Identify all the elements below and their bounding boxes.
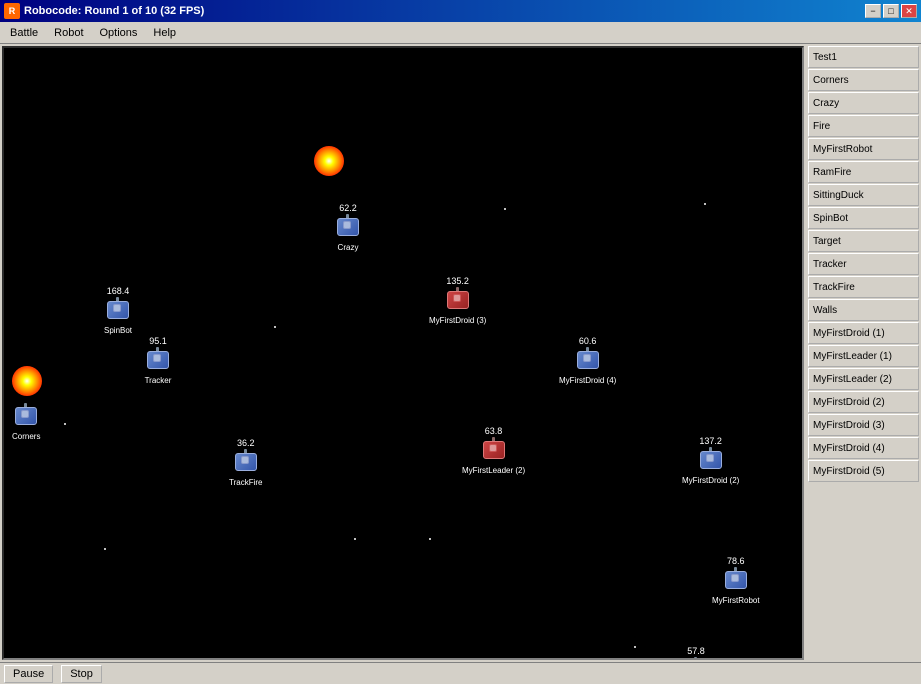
robot-mfd3: 135.2 MyFirstDroid (3) — [429, 276, 486, 325]
robot-body — [722, 567, 750, 595]
robot-name-label: MyFirstLeader (2) — [462, 466, 525, 475]
star-decoration — [634, 646, 636, 648]
robot-body — [232, 449, 260, 477]
robot-list-item[interactable]: SpinBot — [808, 207, 919, 229]
robot-score-label: 78.6 — [727, 556, 745, 566]
robot-body — [480, 437, 508, 465]
robot-body — [12, 403, 40, 431]
robot-list-item[interactable]: RamFire — [808, 161, 919, 183]
robot-list-item[interactable]: MyFirstRobot — [808, 138, 919, 160]
robot-list-item[interactable]: MyFirstDroid (1) — [808, 322, 919, 344]
pause-button[interactable]: Pause — [4, 665, 53, 683]
minimize-button[interactable]: − — [865, 4, 881, 18]
main-area: 62.2 Crazy 135.2 MyFirstDroid (3) 60.6 MyFirs… — [0, 44, 921, 662]
star-decoration — [429, 538, 431, 540]
star-decoration — [354, 538, 356, 540]
statusbar: Pause Stop — [0, 662, 921, 684]
robot-score-label: 95.1 — [149, 336, 167, 346]
robot-score-label: 57.8 — [687, 646, 705, 656]
robot-mfl2: 63.8 MyFirstLeader (2) — [462, 426, 525, 475]
titlebar: R Robocode: Round 1 of 10 (32 FPS) − □ ✕ — [0, 0, 921, 22]
menu-battle[interactable]: Battle — [2, 25, 46, 41]
window-title: Robocode: Round 1 of 10 (32 FPS) — [24, 5, 863, 17]
robot-list-panel: Test1CornersCrazyFireMyFirstRobotRamFire… — [806, 44, 921, 662]
robot-score-label: 137.2 — [699, 436, 722, 446]
robot-corners: Corners — [12, 403, 40, 441]
robot-list-item[interactable]: Crazy — [808, 92, 919, 114]
robot-list-item[interactable]: MyFirstDroid (2) — [808, 391, 919, 413]
robot-score-label: 168.4 — [107, 286, 130, 296]
menubar: Battle Robot Options Help — [0, 22, 921, 44]
maximize-button[interactable]: □ — [883, 4, 899, 18]
robot-name-label: Tracker — [145, 376, 172, 385]
robot-name-label: TrackFire — [229, 478, 262, 487]
robot-body — [104, 297, 132, 325]
robot-mfrobot: 78.6 MyFirstRobot — [712, 556, 760, 605]
robot-crazy: 62.2 Crazy — [334, 203, 362, 252]
robot-body — [697, 447, 725, 475]
robot-list-item[interactable]: TrackFire — [808, 276, 919, 298]
robot-body — [574, 347, 602, 375]
robot-score-label: 36.2 — [237, 438, 255, 448]
robot-list-item[interactable]: Target — [808, 230, 919, 252]
robot-tracker: 95.1 Tracker — [144, 336, 172, 385]
robot-trackfire: 36.2 TrackFire — [229, 438, 262, 487]
explosion-effect — [12, 366, 42, 396]
menu-options[interactable]: Options — [92, 25, 146, 41]
star-decoration — [64, 423, 66, 425]
robot-name-label: Crazy — [338, 243, 359, 252]
robot-list-item[interactable]: SittingDuck — [808, 184, 919, 206]
robot-name-label: MyFirstRobot — [712, 596, 760, 605]
robot-name-label: MyFirstDroid (3) — [429, 316, 486, 325]
explosion-effect — [314, 146, 344, 176]
robot-score-label: 60.6 — [579, 336, 597, 346]
app-icon: R — [4, 3, 20, 19]
robot-list-item[interactable]: MyFirstDroid (4) — [808, 437, 919, 459]
robot-list-item[interactable]: MyFirstLeader (2) — [808, 368, 919, 390]
robot-list-item[interactable]: Fire — [808, 115, 919, 137]
star-decoration — [704, 203, 706, 205]
robot-list-item[interactable]: Walls — [808, 299, 919, 321]
robot-list-item[interactable]: Corners — [808, 69, 919, 91]
robot-list-item[interactable]: MyFirstDroid (3) — [808, 414, 919, 436]
close-button[interactable]: ✕ — [901, 4, 917, 18]
robot-name-label: SpinBot — [104, 326, 132, 335]
robot-score-label: 135.2 — [446, 276, 469, 286]
star-decoration — [104, 548, 106, 550]
star-decoration — [504, 208, 506, 210]
menu-help[interactable]: Help — [145, 25, 184, 41]
robot-name-label: MyFirstDroid (4) — [559, 376, 616, 385]
robot-list-item[interactable]: MyFirstDroid (5) — [808, 460, 919, 482]
robot-score-label: 63.8 — [485, 426, 503, 436]
robot-body — [334, 214, 362, 242]
robot-mfd4: 60.6 MyFirstDroid (4) — [559, 336, 616, 385]
robot-list-item[interactable]: Test1 — [808, 46, 919, 68]
battlefield: 62.2 Crazy 135.2 MyFirstDroid (3) 60.6 MyFirs… — [2, 46, 804, 660]
robot-body — [682, 657, 710, 660]
robot-spinbot: 168.4 SpinBot — [104, 286, 132, 335]
menu-robot[interactable]: Robot — [46, 25, 91, 41]
robot-score-label: 62.2 — [339, 203, 357, 213]
robot-test1: 57.8Test1 — [682, 646, 710, 660]
robot-list-item[interactable]: Tracker — [808, 253, 919, 275]
robot-list-item[interactable]: MyFirstLeader (1) — [808, 345, 919, 367]
robot-name-label: Corners — [12, 432, 40, 441]
stop-button[interactable]: Stop — [61, 665, 102, 683]
robot-name-label: MyFirstDroid (2) — [682, 476, 739, 485]
robot-body — [144, 347, 172, 375]
robot-body — [444, 287, 472, 315]
star-decoration — [274, 326, 276, 328]
robot-mfd2: 137.2 MyFirstDroid (2) — [682, 436, 739, 485]
